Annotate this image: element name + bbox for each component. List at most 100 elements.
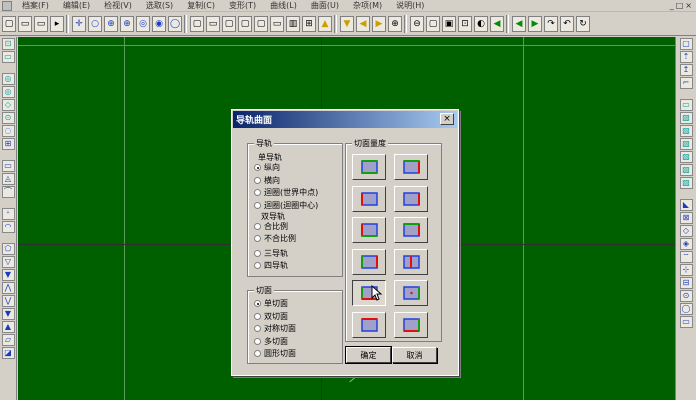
right-tool-button-5[interactable]: ▧ xyxy=(679,112,693,124)
scale-option-4[interactable] xyxy=(352,217,386,243)
toolbar-button-6[interactable]: ⊕ xyxy=(104,16,118,32)
scale-option-0[interactable] xyxy=(352,154,386,180)
right-tool-button-2[interactable]: ↥ xyxy=(679,64,693,76)
left-tool-button-12[interactable]: ◠ xyxy=(1,221,15,233)
toolbar-button-11[interactable]: ▢ xyxy=(190,16,204,32)
toolbar-button-0[interactable]: ▢ xyxy=(2,16,16,32)
double-rail-radio-0[interactable]: 合比例 xyxy=(254,221,288,232)
menu-copy[interactable]: 复制(C) xyxy=(180,0,222,11)
left-tool-button-10[interactable]: ⌒ xyxy=(1,186,15,198)
right-tool-button-1[interactable]: ⇡ xyxy=(679,51,693,63)
left-tool-button-6[interactable]: ◌ xyxy=(1,125,15,137)
section-radio-2[interactable]: 对称切面 xyxy=(254,323,296,334)
left-tool-button-11[interactable]: ⁺ xyxy=(1,208,15,220)
menu-help[interactable]: 说明(H) xyxy=(389,0,431,11)
toolbar-button-30[interactable]: ◀ xyxy=(512,16,526,32)
menu-curve[interactable]: 曲线(L) xyxy=(263,0,304,11)
toolbar-button-32[interactable]: ↷ xyxy=(544,16,558,32)
right-tool-button-14[interactable]: ◈ xyxy=(679,238,693,250)
right-tool-button-12[interactable]: ⊠ xyxy=(679,212,693,224)
toolbar-button-31[interactable]: ▶ xyxy=(528,16,542,32)
scale-option-3[interactable] xyxy=(394,185,428,212)
right-tool-button-7[interactable]: ▧ xyxy=(679,138,693,150)
minimize-button[interactable]: _ xyxy=(670,1,674,10)
toolbar-button-4[interactable]: ✛ xyxy=(72,16,86,32)
multi-rail-radio-0[interactable]: 三导轨 xyxy=(254,248,288,259)
menu-file[interactable]: 档案(F) xyxy=(15,0,56,11)
right-tool-button-11[interactable]: ◣ xyxy=(679,199,693,211)
scale-option-1[interactable] xyxy=(394,154,428,180)
left-tool-button-5[interactable]: ⊙ xyxy=(1,112,15,124)
menu-view[interactable]: 检视(V) xyxy=(97,0,139,11)
toolbar-button-14[interactable]: ▢ xyxy=(238,16,252,32)
scale-option-2[interactable] xyxy=(352,185,386,212)
toolbar-button-2[interactable]: ▭ xyxy=(34,16,48,32)
toolbar-button-16[interactable]: ▭ xyxy=(270,16,284,32)
left-tool-button-8[interactable]: ▭ xyxy=(1,160,15,172)
menu-misc[interactable]: 杂项(M) xyxy=(346,0,389,11)
left-tool-button-1[interactable]: ▭ xyxy=(1,51,15,63)
toolbar-button-23[interactable]: ⊕ xyxy=(388,16,402,32)
menu-select[interactable]: 选取(S) xyxy=(139,0,180,11)
left-tool-button-15[interactable]: ▼ xyxy=(1,269,15,281)
left-tool-button-13[interactable]: ⬠ xyxy=(1,243,15,255)
toolbar-button-34[interactable]: ↻ xyxy=(576,16,590,32)
section-radio-1[interactable]: 双切面 xyxy=(254,311,288,322)
double-rail-radio-1[interactable]: 不合比例 xyxy=(254,233,296,244)
toolbar-button-27[interactable]: ⊡ xyxy=(458,16,472,32)
scale-option-5[interactable] xyxy=(394,217,428,243)
toolbar-button-7[interactable]: ⊕ xyxy=(120,16,134,32)
maximize-button[interactable]: □ xyxy=(676,1,684,10)
toolbar-button-9[interactable]: ◉ xyxy=(152,16,166,32)
right-tool-button-19[interactable]: ◯ xyxy=(679,303,693,315)
left-tool-button-4[interactable]: ◇ xyxy=(1,99,15,111)
toolbar-button-19[interactable]: ▲ xyxy=(318,16,332,32)
right-tool-button-13[interactable]: ◇ xyxy=(679,225,693,237)
left-tool-button-18[interactable]: ▼ xyxy=(1,308,15,320)
section-radio-3[interactable]: 多切面 xyxy=(254,336,288,347)
single-rail-radio-0[interactable]: 纵向 xyxy=(254,162,280,173)
right-tool-button-8[interactable]: ▧ xyxy=(679,151,693,163)
toolbar-button-28[interactable]: ◐ xyxy=(474,16,488,32)
close-window-button[interactable]: × xyxy=(685,1,692,10)
left-tool-button-2[interactable]: ◎ xyxy=(1,73,15,85)
scale-option-10[interactable] xyxy=(352,311,386,338)
single-rail-radio-3[interactable]: 迴圈(迴圈中心) xyxy=(254,200,318,211)
right-tool-button-9[interactable]: ▧ xyxy=(679,164,693,176)
toolbar-button-1[interactable]: ▭ xyxy=(18,16,32,32)
toolbar-button-10[interactable]: ◯ xyxy=(168,16,182,32)
left-tool-button-3[interactable]: ◎ xyxy=(1,86,15,98)
right-tool-button-17[interactable]: ⊟ xyxy=(679,277,693,289)
right-tool-button-3[interactable]: ⌐ xyxy=(679,77,693,89)
toolbar-button-5[interactable]: ○ xyxy=(88,16,102,32)
single-rail-radio-1[interactable]: 横向 xyxy=(254,175,280,186)
toolbar-button-24[interactable]: ⊖ xyxy=(410,16,424,32)
toolbar-button-29[interactable]: ◀ xyxy=(490,16,504,32)
toolbar-button-8[interactable]: ◎ xyxy=(136,16,150,32)
left-tool-button-19[interactable]: ▲ xyxy=(1,321,15,333)
right-tool-button-16[interactable]: ⊹ xyxy=(679,264,693,276)
toolbar-button-33[interactable]: ↶ xyxy=(560,16,574,32)
dialog-close-button[interactable]: × xyxy=(440,113,454,125)
toolbar-button-26[interactable]: ▣ xyxy=(442,16,456,32)
multi-rail-radio-1[interactable]: 四导轨 xyxy=(254,260,288,271)
right-tool-button-20[interactable]: ▭ xyxy=(679,316,693,328)
right-tool-button-0[interactable]: ▢ xyxy=(679,38,693,50)
left-tool-button-21[interactable]: ◪ xyxy=(1,347,15,359)
ok-button[interactable]: 确定 xyxy=(345,346,392,364)
right-tool-button-6[interactable]: ▧ xyxy=(679,125,693,137)
scale-option-7[interactable] xyxy=(394,248,428,275)
left-tool-button-14[interactable]: ▽ xyxy=(1,256,15,268)
toolbar-button-18[interactable]: ⊞ xyxy=(302,16,316,32)
scale-option-6[interactable] xyxy=(352,248,386,275)
right-tool-button-4[interactable]: ▭ xyxy=(679,99,693,111)
left-tool-button-17[interactable]: ⋁ xyxy=(1,295,15,307)
toolbar-button-20[interactable]: ▼ xyxy=(340,16,354,32)
toolbar-button-12[interactable]: ▭ xyxy=(206,16,220,32)
right-tool-button-10[interactable]: ▧ xyxy=(679,177,693,189)
single-rail-radio-2[interactable]: 迴圈(世界中点) xyxy=(254,187,318,198)
left-tool-button-20[interactable]: ▱ xyxy=(1,334,15,346)
right-tool-button-18[interactable]: ⊙ xyxy=(679,290,693,302)
toolbar-button-25[interactable]: ▢ xyxy=(426,16,440,32)
scale-option-9[interactable] xyxy=(394,280,428,306)
